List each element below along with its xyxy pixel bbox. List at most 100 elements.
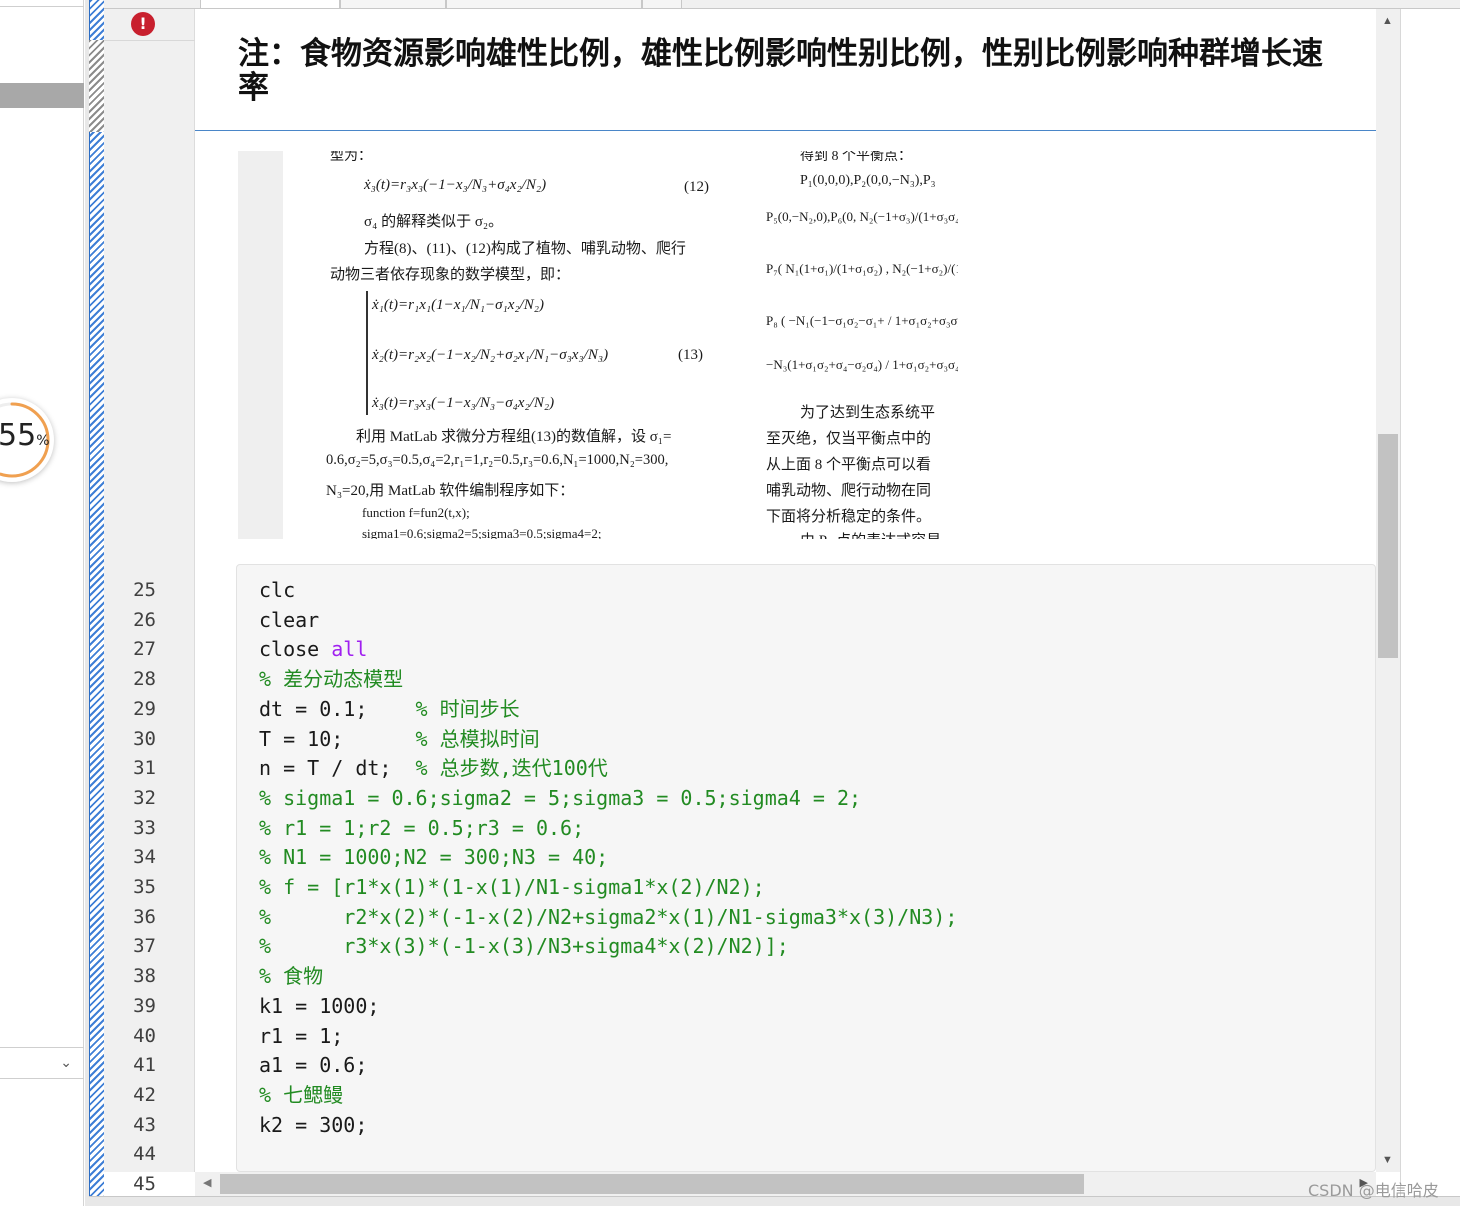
code-line[interactable]: clc — [259, 576, 295, 606]
line-number: 33 — [133, 816, 156, 839]
code-comment: % r1 = 1;r2 = 0.5;r3 = 0.6; — [259, 815, 585, 840]
code-comment: % 差分动态模型 — [259, 667, 404, 692]
panel-dropdown[interactable]: ⌄ — [0, 1047, 84, 1079]
line-number: 43 — [133, 1113, 156, 1136]
progress-ring: 55% — [0, 398, 54, 482]
code-comment: % N1 = 1000;N2 = 300;N3 = 40; — [259, 845, 609, 870]
section-divider — [195, 130, 1376, 131]
tab-bar — [104, 0, 1460, 9]
paper-equation: ẋ₁(t)=r₁x₁(1−x₁/N₁−σ₁x₂/N₂) — [372, 297, 544, 313]
paper-text: 利用 MatLab 求微分方程组(13)的数值解，设 σ₁= — [356, 429, 672, 445]
code-text: k2 = 300; — [259, 1112, 368, 1137]
paper-equation: ẋ₃(t)=r₃x₃(−1−x₃/N₃−σ₄x₂/N₂) — [372, 395, 555, 411]
line-number: 25 — [133, 579, 156, 601]
paper-equation: ẋ₂(t)=r₂x₂(−1−x₂/N₂+σ₂x₁/N₁−σ₃x₃/N₃) — [372, 347, 609, 363]
line-number: 36 — [133, 905, 156, 928]
code-comment: % 七鳃鳗 — [259, 1082, 344, 1107]
paper-code: sigma1=0.6;sigma2=5;sigma3=0.5;sigma4=2; — [362, 526, 602, 539]
paper-text: 0.6,σ₂=5,σ₃=0.5,σ₄=2,r₁=1,r₂=0.5,r₃=0.6,… — [326, 452, 669, 468]
line-number: 29 — [133, 697, 156, 720]
horizontal-scroll-thumb[interactable] — [220, 1174, 1084, 1194]
line-number: 28 — [133, 668, 156, 691]
paper-text: 从上面 8 个平衡点可以看 — [766, 457, 932, 473]
code-comment: % sigma1 = 0.6;sigma2 = 5;sigma3 = 0.5;s… — [259, 785, 862, 810]
panel-selected-row[interactable] — [0, 83, 84, 108]
code-line[interactable]: a1 = 0.6; — [259, 1051, 367, 1081]
tab[interactable] — [642, 0, 682, 9]
paper-text: 由 P₇ 点的表达式容易 — [800, 529, 941, 539]
horizontal-scrollbar[interactable]: ◀ ▶ — [195, 1172, 1376, 1196]
code-comment: % 总步数,迭代100代 — [415, 756, 608, 781]
scroll-left-icon[interactable]: ◀ — [203, 1176, 211, 1189]
code-comment: % f = [r1*x(1)*(1-x(1)/N1-sigma1*x(2)/N2… — [259, 875, 765, 899]
scroll-up-icon[interactable]: ▲ — [1382, 15, 1393, 27]
code-line[interactable]: clear — [259, 606, 319, 636]
editor-content[interactable]: 注：食物资源影响雄性比例，雄性比例影响性别比例，性别比例影响种群增长速率 型为：… — [195, 9, 1376, 1172]
code-line[interactable]: k1 = 1000; — [259, 992, 379, 1022]
tab-active[interactable] — [200, 0, 340, 9]
note-title: 注：食物资源影响雄性比例，雄性比例影响性别比例，性别比例影响种群增长速率 — [238, 36, 1323, 106]
line-number: 34 — [133, 846, 156, 869]
tab[interactable] — [340, 0, 446, 9]
code-comment: % 总模拟时间 — [415, 726, 540, 751]
code-line[interactable]: % r1 = 1;r2 = 0.5;r3 = 0.6; — [259, 814, 584, 844]
paper-text: −N₃(1+σ₁σ₂+σ₄−σ₂σ₄) / 1+σ₁σ₂+σ₃σ₄ ) — [766, 357, 958, 372]
code-line[interactable]: % sigma1 = 0.6;sigma2 = 5;sigma3 = 0.5;s… — [259, 784, 861, 814]
code-comment: % 食物 — [259, 964, 324, 989]
code-line[interactable]: % 食物 — [259, 962, 323, 992]
scroll-down-icon[interactable]: ▼ — [1382, 1154, 1393, 1166]
line-number: 41 — [133, 1054, 156, 1077]
paper-equation: ẋ₃(t)=r₃x₃(−1−x₃/N₃+σ₄x₂/N₂) — [364, 177, 547, 193]
tab[interactable] — [446, 0, 642, 9]
left-side-panel: 55% ⌄ — [0, 0, 84, 1206]
code-line[interactable]: dt = 0.1; % 时间步长 — [259, 695, 520, 725]
code-line[interactable]: % f = [r1*x(1)*(1-x(1)/N1-sigma1*x(2)/N2… — [259, 873, 765, 903]
code-line[interactable]: T = 10; % 总模拟时间 — [259, 725, 540, 755]
code-line[interactable]: % N1 = 1000;N2 = 300;N3 = 40; — [259, 843, 608, 873]
code-line[interactable]: n = T / dt; % 总步数,迭代100代 — [259, 754, 608, 784]
paper-text: σ₄ 的解释类似于 σ₂。 — [364, 214, 504, 230]
paper-code: function f=fun2(t,x); — [362, 505, 470, 520]
code-text: T = 10; — [259, 726, 416, 751]
line-number: 44 — [133, 1143, 156, 1166]
chevron-down-icon[interactable]: ⌄ — [60, 1054, 72, 1071]
code-line[interactable]: % r2*x(2)*(-1-x(2)/N2+sigma2*x(1)/N1-sig… — [259, 903, 957, 933]
paper-text: 型为： — [330, 151, 372, 164]
code-line[interactable]: % r3*x(3)*(-1-x(3)/N3+sigma4*x(2)/N2)]; — [259, 932, 789, 962]
focus-stripe-inactive — [89, 40, 104, 132]
line-number: 42 — [133, 1083, 156, 1106]
code-line[interactable]: k2 = 300; — [259, 1111, 367, 1141]
code-keyword: all — [331, 637, 368, 662]
paper-text: P₁(0,0,0),P₂(0,0,−N₃),P₃ — [800, 173, 936, 188]
screen: 55% ⌄ ! 25 26 27 28 29 30 31 32 33 34 35 36 37 38 39 40… — [0, 0, 1460, 1206]
vertical-scrollbar[interactable]: ▲ ▼ — [1376, 9, 1400, 1172]
code-comment: % 时间步长 — [415, 696, 520, 721]
paper-text: 哺乳动物、爬行动物在同 — [766, 483, 932, 499]
line-number: 26 — [133, 608, 156, 631]
paper-text: 为了达到生态系统平 — [800, 405, 936, 421]
equation-number: (12) — [684, 179, 709, 195]
code-text: n = T / dt; — [259, 756, 416, 781]
vertical-scroll-thumb[interactable] — [1378, 434, 1398, 658]
panel-divider — [0, 6, 84, 7]
window-bottom-bar — [89, 1196, 1460, 1206]
code-line[interactable]: close all — [259, 635, 367, 665]
paper-text: P₇( N₁(1+σ₁)/(1+σ₁σ₂) , N₂(−1+σ₂)/(1+σ₁σ… — [766, 261, 958, 276]
paper-text: 得到 8 个平衡点： — [800, 151, 912, 164]
paper-text: P₈ ( −N₁(−1−σ₁σ₂−σ₁+ / 1+σ₁σ₂+σ₃σ₄ — [766, 313, 958, 328]
code-line[interactable]: r1 = 1; — [259, 1022, 343, 1052]
code-line[interactable]: % 差分动态模型 — [259, 665, 403, 695]
code-text: r1 = 1; — [259, 1023, 344, 1048]
code-text: dt = 0.1; — [259, 696, 416, 721]
line-number: 31 — [133, 757, 156, 780]
code-line[interactable]: % 七鳃鳗 — [259, 1081, 343, 1111]
error-icon[interactable]: ! — [131, 12, 155, 36]
line-number: 40 — [133, 1024, 156, 1047]
paper-text: N₃=20,用 MatLab 软件编制程序如下： — [326, 483, 575, 499]
gutter-divider — [104, 40, 195, 41]
paper-text: 下面将分析稳定的条件。 — [766, 509, 932, 525]
code-text: a1 = 0.6; — [259, 1053, 368, 1078]
paper-text: 方程(8)、(11)、(12)构成了植物、哺乳动物、爬行 — [364, 241, 686, 257]
code-text: clc — [259, 578, 296, 602]
paper-text: 至灭绝，仅当平衡点中的 — [766, 431, 932, 447]
